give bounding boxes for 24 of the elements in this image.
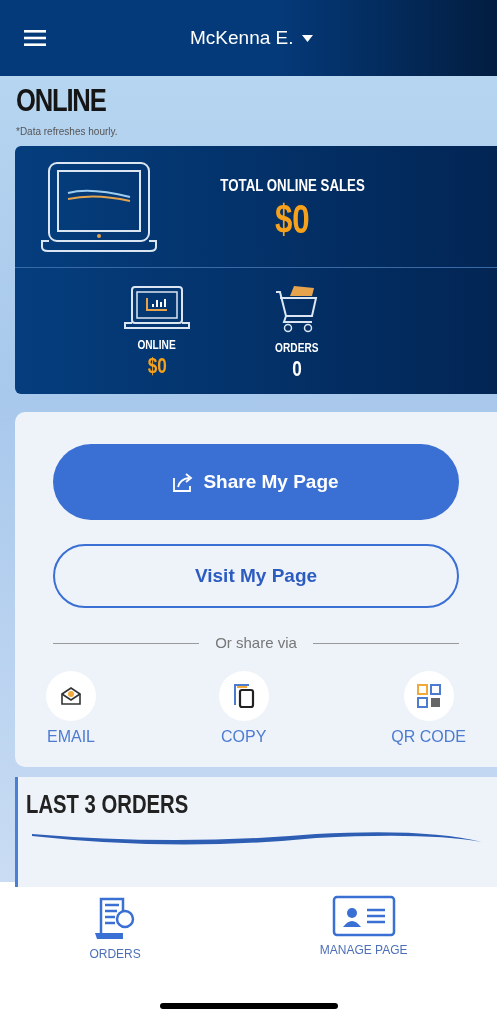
stat-label: ONLINE [137, 336, 177, 355]
menu-icon[interactable] [24, 30, 46, 46]
nav-tab[interactable]: MANAGE PAGE [319, 895, 408, 985]
qr-code-icon [416, 683, 441, 708]
laptop-icon [40, 160, 158, 253]
orders-title: LAST 3 ORDERS [26, 788, 189, 821]
share-option[interactable]: QR CODE [391, 670, 466, 749]
share-button[interactable]: Share My Page [53, 444, 459, 520]
total-sales-value: $0 [275, 198, 310, 239]
stat-label: ORDERS [275, 339, 319, 358]
laptop-chart-icon [123, 285, 191, 332]
id-card-icon [331, 895, 396, 937]
divider-label: Or share via [215, 633, 297, 653]
refresh-note: *Data refreshes hourly. [16, 126, 118, 137]
total-sales-label: TOTAL ONLINE SALES [220, 175, 365, 198]
nav-tab[interactable]: ORDERS [89, 895, 141, 985]
stat-value: 0 [292, 357, 302, 380]
envelope-icon [60, 685, 82, 706]
section-title: ONLINE [16, 84, 106, 116]
visit-button[interactable]: Visit My Page [53, 544, 459, 608]
stat-value: $0 [147, 354, 167, 377]
copy-icon [232, 682, 255, 709]
caret-icon [301, 34, 313, 42]
account-dropdown[interactable]: McKenna E. [190, 23, 313, 53]
